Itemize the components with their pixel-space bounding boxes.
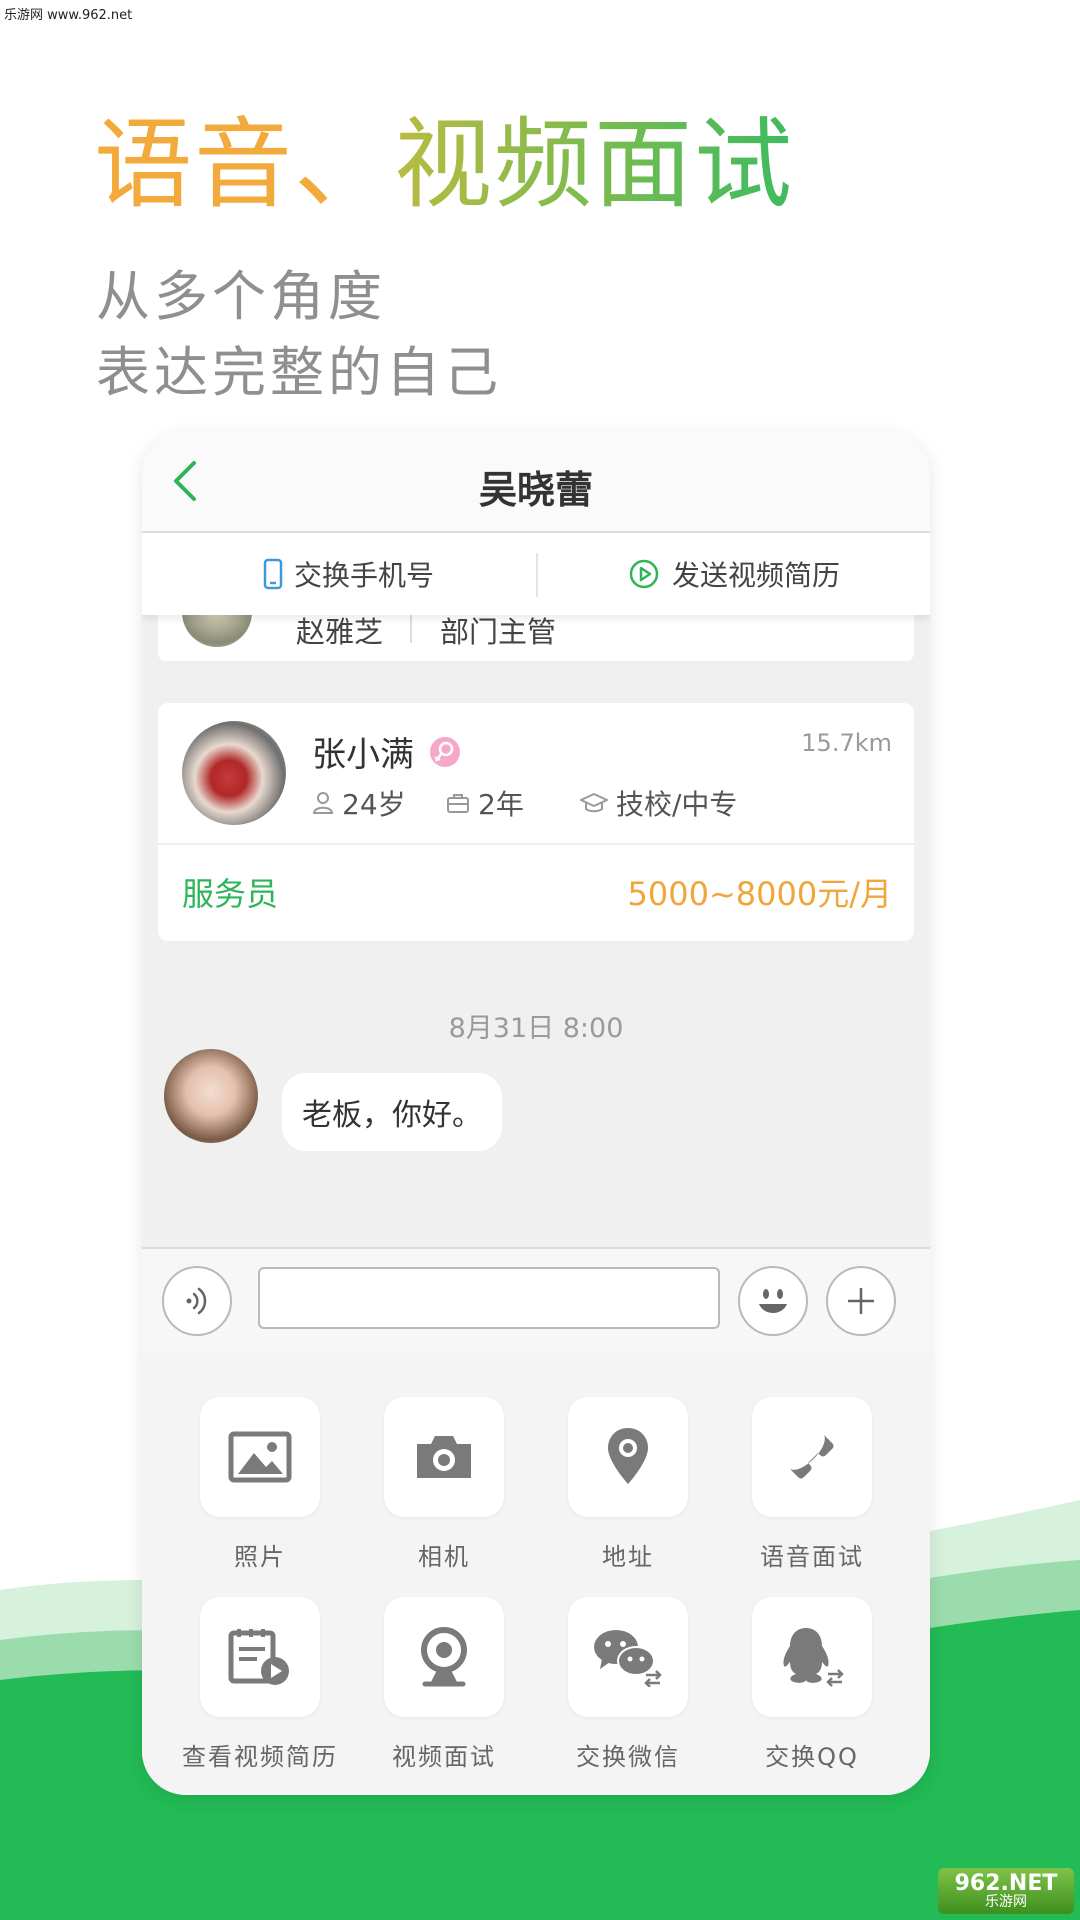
avatar bbox=[182, 721, 286, 825]
education-value: 技校/中专 bbox=[616, 788, 738, 821]
photo-tool-label: 照片 bbox=[234, 1543, 286, 1571]
site-logo-main: 962.NET bbox=[954, 1871, 1058, 1896]
camera-icon bbox=[417, 1436, 471, 1478]
smiley-icon bbox=[759, 1289, 787, 1313]
candidate-name: 张小满 bbox=[312, 735, 414, 775]
message-input[interactable] bbox=[258, 1267, 720, 1329]
candidate-card[interactable]: 张小满 15.7km 24岁 2年 技校/中专 服务员 5000~8000元/月 bbox=[158, 703, 914, 941]
contact-name: 赵雅芝 bbox=[296, 615, 384, 649]
video-resume-icon bbox=[228, 1629, 289, 1685]
female-icon bbox=[430, 737, 460, 767]
send-video-resume-label: 发送视频简历 bbox=[672, 559, 841, 592]
phone-mockup: 吴晓蕾 赵雅芝 部门主管 交换手机号 发送视频简历 张小满 15.7km 24岁… bbox=[142, 431, 930, 1795]
tools-panel: 照片 相机 地址 语音面试 查看视频简历 视频面试 交换微信 交换QQ bbox=[142, 1353, 930, 1795]
briefcase-icon bbox=[447, 794, 469, 813]
site-watermark: 乐游网 www.962.net bbox=[4, 8, 133, 23]
wechat-exchange-icon bbox=[594, 1630, 662, 1687]
action-bar: 交换手机号 发送视频简历 bbox=[142, 533, 930, 615]
voice-icon bbox=[186, 1287, 207, 1315]
experience-info: 2年 bbox=[446, 783, 524, 823]
education-info: 技校/中专 bbox=[580, 783, 737, 823]
photo-tool-button[interactable] bbox=[200, 1397, 320, 1517]
exchange-phone-button[interactable]: 交换手机号 bbox=[262, 533, 434, 615]
person-icon bbox=[312, 792, 334, 814]
exchange-wechat-tool-label: 交换微信 bbox=[576, 1743, 680, 1771]
qq-exchange-icon bbox=[783, 1628, 844, 1687]
chat-timestamp: 8月31日 8:00 bbox=[448, 1013, 624, 1044]
divider bbox=[536, 553, 538, 597]
play-circle-icon bbox=[629, 559, 659, 589]
salary: 5000~8000元/月 bbox=[627, 875, 892, 913]
location-tool-label: 地址 bbox=[602, 1543, 654, 1571]
webcam-icon bbox=[421, 1627, 467, 1687]
subline-2: 表达完整的自己 bbox=[96, 341, 502, 404]
headline-part-voice: 语音、 bbox=[94, 108, 395, 222]
headline-part-video: 视频面试 bbox=[394, 108, 795, 222]
experience-value: 2年 bbox=[478, 788, 524, 821]
more-button[interactable] bbox=[826, 1266, 896, 1336]
plus-icon bbox=[848, 1288, 874, 1314]
view-video-resume-tool-button[interactable] bbox=[200, 1597, 320, 1717]
location-tool-button[interactable] bbox=[568, 1397, 688, 1517]
camera-tool-label: 相机 bbox=[418, 1543, 470, 1571]
distance: 15.7km bbox=[801, 729, 892, 757]
graduation-cap-icon bbox=[580, 793, 608, 813]
nav-bar: 吴晓蕾 bbox=[142, 431, 930, 533]
send-video-resume-button[interactable]: 发送视频简历 bbox=[628, 533, 840, 615]
job-title: 服务员 bbox=[182, 875, 279, 913]
view-video-resume-tool-label: 查看视频简历 bbox=[182, 1743, 338, 1771]
site-logo: 962.NET 乐游网 bbox=[938, 1868, 1074, 1914]
chat-title: 吴晓蕾 bbox=[478, 468, 593, 512]
exchange-phone-label: 交换手机号 bbox=[294, 559, 435, 592]
mobile-phone-icon bbox=[263, 558, 283, 590]
input-bar bbox=[142, 1247, 930, 1355]
voice-interview-tool-button[interactable] bbox=[752, 1397, 872, 1517]
location-pin-icon bbox=[608, 1428, 648, 1484]
camera-tool-button[interactable] bbox=[384, 1397, 504, 1517]
subline-1: 从多个角度 bbox=[96, 265, 386, 328]
image-icon bbox=[228, 1431, 292, 1483]
phone-icon bbox=[790, 1435, 834, 1479]
message-bubble[interactable]: 老板，你好。 bbox=[282, 1073, 502, 1151]
video-interview-tool-button[interactable] bbox=[384, 1597, 504, 1717]
divider bbox=[410, 613, 412, 643]
divider bbox=[158, 843, 914, 845]
exchange-qq-tool-label: 交换QQ bbox=[765, 1743, 859, 1771]
contact-role: 部门主管 bbox=[440, 615, 557, 649]
exchange-qq-tool-button[interactable] bbox=[752, 1597, 872, 1717]
voice-toggle-button[interactable] bbox=[162, 1266, 232, 1336]
age-info: 24岁 bbox=[312, 783, 406, 823]
voice-interview-tool-label: 语音面试 bbox=[760, 1543, 864, 1571]
age-value: 24岁 bbox=[342, 788, 406, 821]
video-interview-tool-label: 视频面试 bbox=[392, 1743, 496, 1771]
headline: 语音、视频面试 bbox=[94, 108, 795, 222]
avatar[interactable] bbox=[164, 1049, 258, 1143]
exchange-wechat-tool-button[interactable] bbox=[568, 1597, 688, 1717]
site-logo-sub: 乐游网 bbox=[985, 1894, 1027, 1910]
emoji-button[interactable] bbox=[738, 1266, 808, 1336]
